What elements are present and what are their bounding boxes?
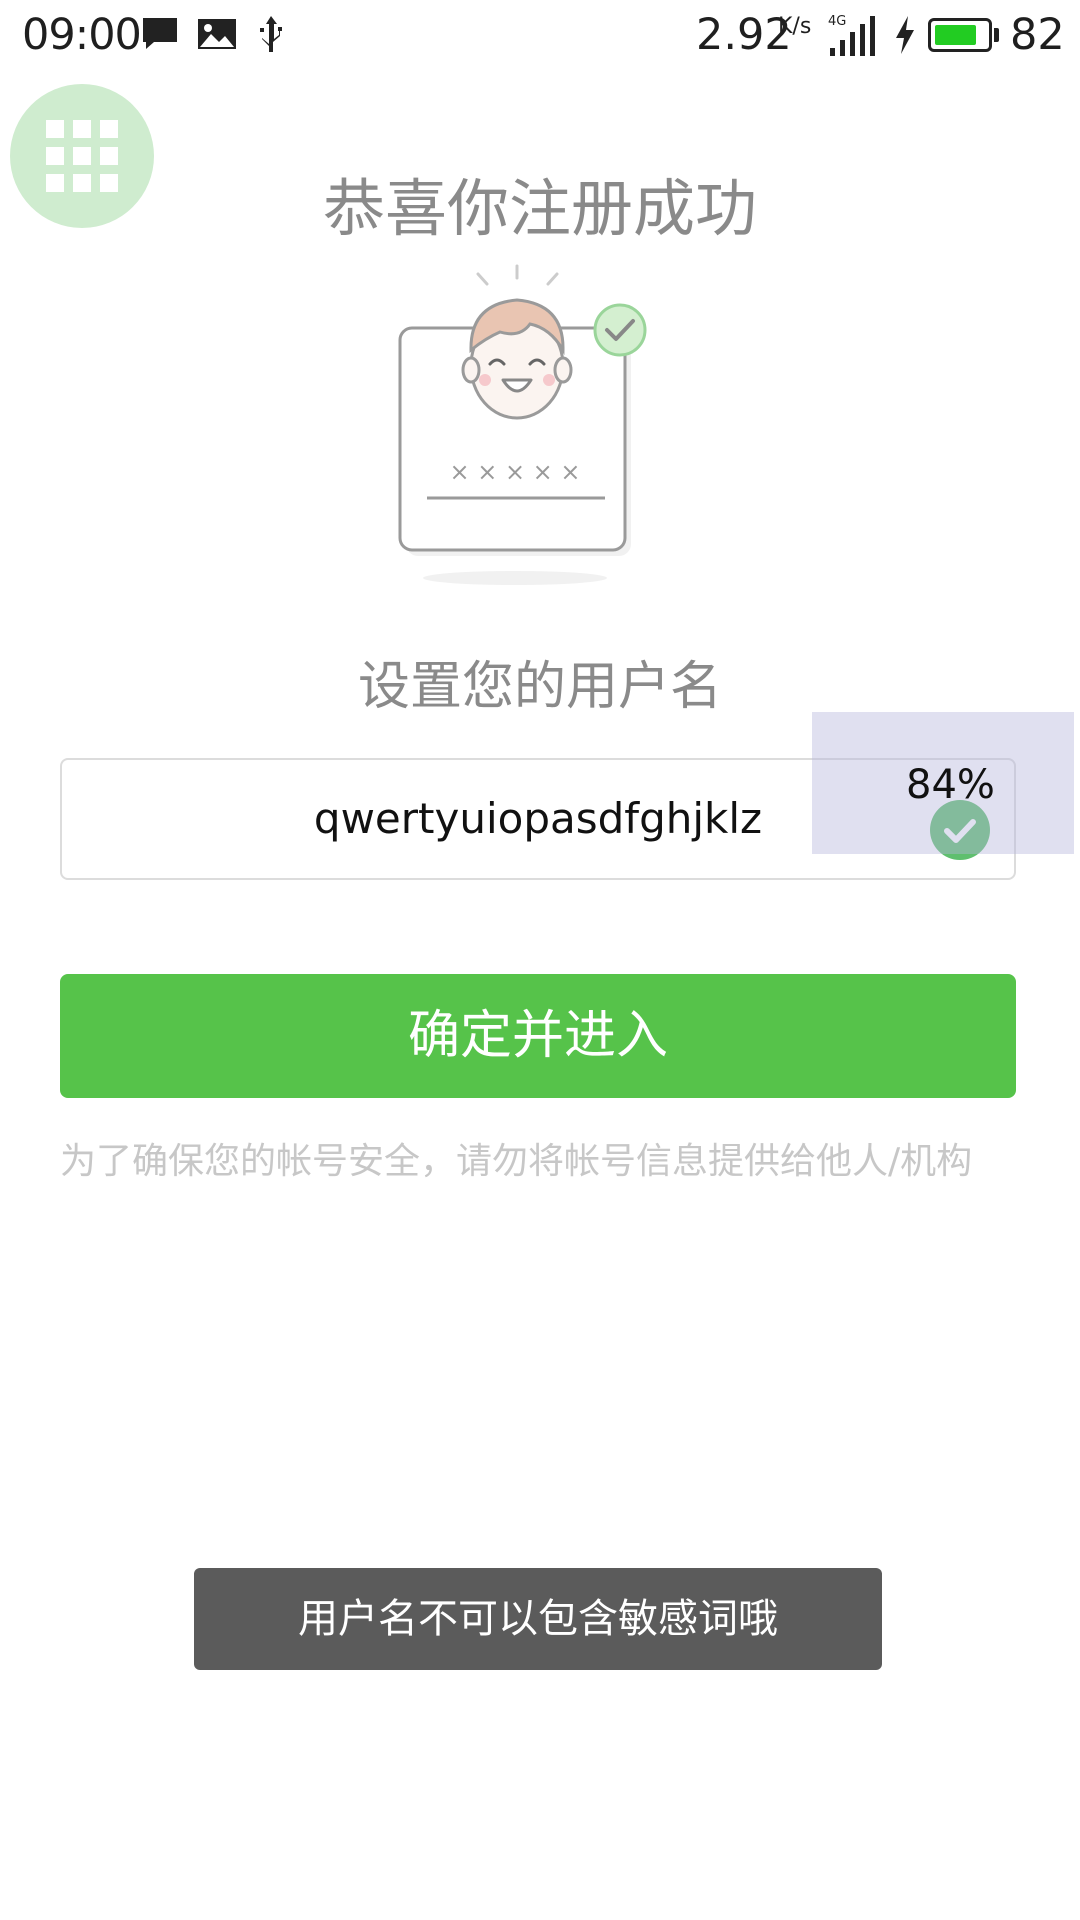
battery-fill — [935, 25, 976, 45]
toast-message: 用户名不可以包含敏感词哦 — [194, 1568, 882, 1670]
security-notice: 为了确保您的帐号安全，请勿将帐号信息提供给他人/机构 — [60, 1141, 973, 1182]
battery-level: 82 — [1010, 10, 1065, 60]
page-title: 恭喜你注册成功 — [322, 172, 757, 245]
status-bar: 09:00 2.92 K/s 4G 82 — [0, 0, 1080, 76]
usb-icon — [260, 16, 282, 52]
battery-tip — [994, 28, 999, 42]
network-type: 4G — [828, 14, 846, 29]
network-speed-unit: K/s — [778, 14, 812, 39]
set-username-heading: 设置您的用户名 — [357, 657, 722, 717]
signal-icon: 4G — [828, 14, 875, 56]
progress-percent: 84% — [906, 762, 995, 808]
masked-password: × × × × × — [449, 458, 580, 486]
battery-icon — [928, 18, 992, 52]
image-icon — [198, 19, 236, 49]
charging-icon — [896, 16, 914, 54]
confirm-enter-button[interactable]: 确定并进入 — [60, 974, 1016, 1098]
status-time: 09:00 — [22, 10, 142, 60]
registration-success-illustration: × × × × × — [398, 264, 647, 585]
message-icon — [143, 18, 177, 49]
